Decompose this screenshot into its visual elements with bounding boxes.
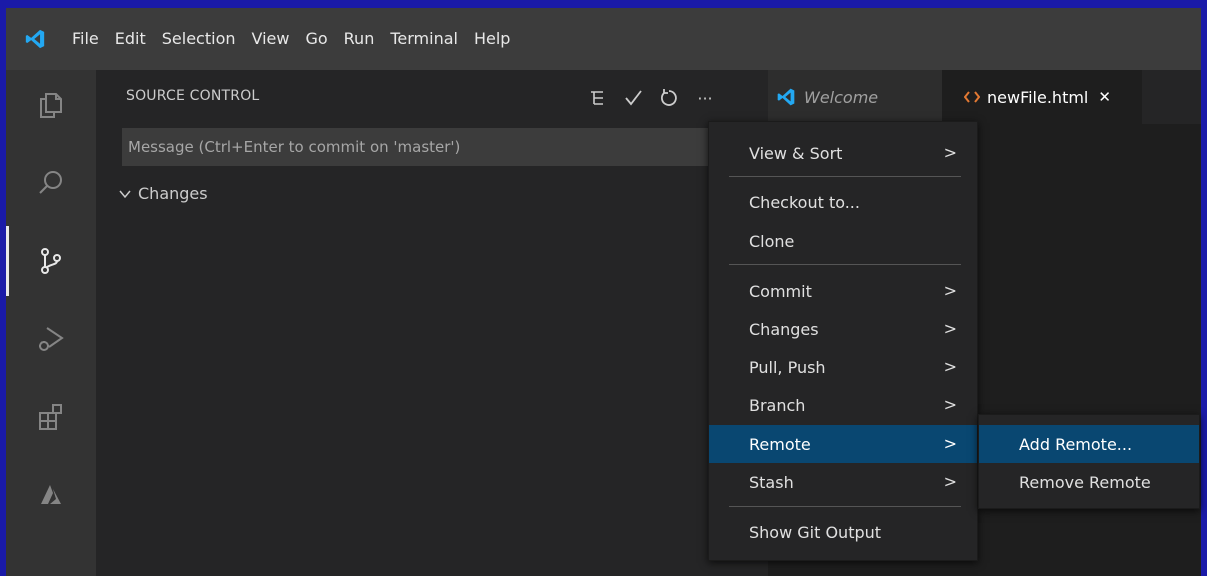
- menu-item-remote[interactable]: Remote >: [709, 425, 977, 463]
- menu-bar: File Edit Selection View Go Run Terminal…: [6, 8, 1201, 70]
- search-icon[interactable]: [6, 148, 96, 218]
- view-as-tree-icon[interactable]: [579, 80, 615, 116]
- menu-item-label: Commit: [749, 281, 812, 301]
- changes-group-header[interactable]: Changes: [118, 184, 208, 203]
- azure-icon[interactable]: [6, 460, 96, 530]
- menu-item-label: View & Sort: [749, 143, 843, 163]
- tab-label: newFile.html: [987, 87, 1089, 107]
- more-actions-icon[interactable]: ···: [687, 80, 723, 116]
- menu-divider: [729, 506, 961, 507]
- commit-check-icon[interactable]: [615, 80, 651, 116]
- window-frame-right: [1201, 0, 1207, 576]
- tab-label: Welcome: [804, 87, 879, 107]
- menu-view[interactable]: View: [244, 8, 298, 70]
- extensions-icon[interactable]: [6, 382, 96, 452]
- remote-submenu: Add Remote... Remove Remote: [978, 414, 1200, 509]
- submenu-item-add-remote[interactable]: Add Remote...: [979, 425, 1199, 463]
- menu-item-label: Changes: [749, 319, 819, 339]
- vscode-logo-icon: [777, 88, 795, 106]
- menu-item-label: Clone: [749, 231, 795, 251]
- menu-terminal[interactable]: Terminal: [382, 8, 466, 70]
- menu-go[interactable]: Go: [297, 8, 335, 70]
- chevron-down-icon: [119, 190, 131, 198]
- menu-item-commit[interactable]: Commit >: [709, 272, 977, 310]
- run-debug-icon[interactable]: [6, 304, 96, 374]
- vscode-logo-icon: [6, 8, 64, 70]
- menu-item-changes[interactable]: Changes >: [709, 310, 977, 348]
- tab-welcome[interactable]: Welcome: [768, 70, 942, 124]
- tab-newfile-html[interactable]: newFile.html ✕: [942, 70, 1142, 124]
- chevron-right-icon: >: [943, 434, 957, 453]
- panel-title: SOURCE CONTROL: [126, 88, 260, 104]
- menu-edit[interactable]: Edit: [107, 8, 154, 70]
- menu-item-label: Remote: [749, 434, 811, 454]
- chevron-right-icon: >: [943, 395, 957, 414]
- chevron-right-icon: >: [943, 357, 957, 376]
- menu-item-pull-push[interactable]: Pull, Push >: [709, 348, 977, 386]
- menu-divider: [729, 264, 961, 265]
- source-control-panel: SOURCE CONTROL ··· Changes: [96, 70, 768, 576]
- menu-help[interactable]: Help: [466, 8, 518, 70]
- window-frame-top: [0, 0, 1207, 8]
- submenu-item-remove-remote[interactable]: Remove Remote: [979, 463, 1199, 501]
- activity-bar: [6, 70, 96, 576]
- menu-item-checkout-to[interactable]: Checkout to...: [709, 183, 977, 221]
- menu-item-show-git-output[interactable]: Show Git Output: [709, 513, 977, 551]
- commit-message-input[interactable]: [122, 128, 722, 166]
- menu-item-clone[interactable]: Clone: [709, 222, 977, 260]
- menu-item-branch[interactable]: Branch >: [709, 386, 977, 424]
- menu-item-label: Pull, Push: [749, 357, 826, 377]
- menu-item-label: Checkout to...: [749, 192, 860, 212]
- menu-run[interactable]: Run: [336, 8, 383, 70]
- chevron-right-icon: >: [943, 281, 957, 300]
- source-control-icon[interactable]: [6, 226, 96, 296]
- menu-item-stash[interactable]: Stash >: [709, 463, 977, 501]
- menu-item-label: Remove Remote: [1019, 472, 1151, 492]
- chevron-right-icon: >: [943, 319, 957, 338]
- chevron-right-icon: >: [943, 472, 957, 491]
- explorer-icon[interactable]: [6, 70, 96, 140]
- panel-toolbar: ···: [579, 80, 723, 116]
- menu-divider: [729, 176, 961, 177]
- more-actions-menu: View & Sort > Checkout to... Clone Commi…: [708, 121, 978, 561]
- editor-tabs: Welcome newFile.html ✕: [768, 70, 1201, 124]
- menu-item-label: Branch: [749, 395, 806, 415]
- menu-item-view-sort[interactable]: View & Sort >: [709, 134, 977, 172]
- html-file-icon: [964, 91, 980, 103]
- menu-item-label: Stash: [749, 472, 794, 492]
- menu-item-label: Show Git Output: [749, 522, 882, 542]
- changes-label: Changes: [138, 184, 208, 203]
- menu-file[interactable]: File: [64, 8, 107, 70]
- refresh-icon[interactable]: [651, 80, 687, 116]
- menu-item-label: Add Remote...: [1019, 434, 1133, 454]
- close-icon[interactable]: ✕: [1098, 88, 1111, 106]
- chevron-right-icon: >: [943, 143, 957, 162]
- menu-selection[interactable]: Selection: [154, 8, 244, 70]
